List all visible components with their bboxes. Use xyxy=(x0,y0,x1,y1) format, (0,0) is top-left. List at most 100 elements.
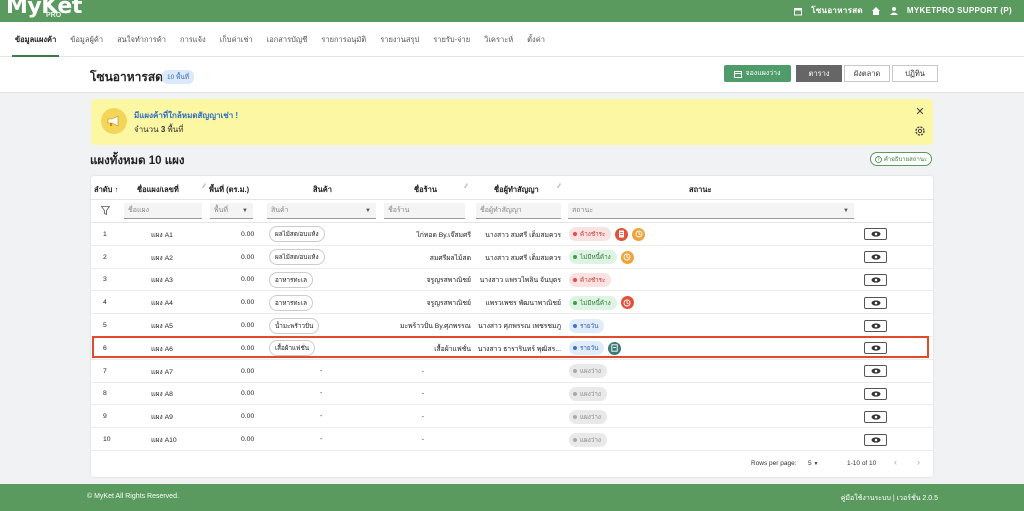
cell-shop: - xyxy=(421,390,424,398)
col-status-header[interactable]: สถานะ xyxy=(689,184,712,196)
alert-title[interactable]: มีแผงค้าที่ใกล้หมดสัญญาเช่า ! xyxy=(134,109,238,122)
table-row[interactable]: 1 แผง A1 0.00 ผลไม้สด/อบแห้ง ไก่ทอด By.เ… xyxy=(91,223,933,246)
view-button[interactable] xyxy=(864,433,887,446)
user-name[interactable]: MYKETPRO SUPPORT (P) xyxy=(907,6,1012,15)
status-badge: แผงว่าง xyxy=(569,364,607,379)
contract-expiring-icon[interactable] xyxy=(620,250,634,264)
eye-icon xyxy=(871,368,880,374)
product-chip: น้ำมะพร้าวปั่น xyxy=(269,317,320,334)
resize-handle[interactable]: ⁄⁄ xyxy=(203,184,205,190)
filter-name-input[interactable]: ชื่อแผง xyxy=(124,203,202,219)
table-row[interactable]: 7 แผง A7 0.00 - - แผงว่าง xyxy=(91,360,933,383)
cell-name: แผง A5 xyxy=(151,323,173,331)
contract-expiring-icon[interactable] xyxy=(632,227,646,241)
nav-account-docs[interactable]: เอกสารบัญชี xyxy=(260,22,315,57)
cell-no: 1 xyxy=(103,230,107,238)
cell-area: 0.00 xyxy=(241,276,255,284)
nav-settings[interactable]: ตั้งค่า xyxy=(520,22,552,57)
nav-income-expense[interactable]: รายรับ-จ่าย xyxy=(426,22,477,57)
nav-merchant-info[interactable]: ข้อมูลผู้ค้า xyxy=(63,22,110,57)
cell-owner xyxy=(476,383,561,406)
cell-name: แผง A4 xyxy=(151,300,173,308)
resize-handle[interactable]: ⁄⁄ xyxy=(558,184,560,190)
chevron-down-icon: ▼ xyxy=(813,461,819,467)
nav-rent-collect[interactable]: เก็บค่าเช่า xyxy=(213,22,260,57)
nav-reports[interactable]: รายงานสรุป xyxy=(373,22,426,57)
view-button[interactable] xyxy=(864,228,887,241)
table-row[interactable]: 5 แผง A5 0.00 น้ำมะพร้าวปั่น มะพร้าวปั่น… xyxy=(91,314,933,337)
cell-owner: นางสาว แพรวไพลิน จันบุตร xyxy=(479,277,561,285)
view-button[interactable] xyxy=(864,296,887,309)
col-no-header[interactable]: ลำดับ ↑ xyxy=(94,184,118,196)
view-button[interactable] xyxy=(864,365,887,378)
booking-icon[interactable] xyxy=(608,341,622,355)
product-chip: อาหารทะเล xyxy=(269,271,313,288)
gear-icon[interactable] xyxy=(913,124,927,138)
eye-icon xyxy=(871,436,880,443)
view-button[interactable] xyxy=(864,410,887,423)
cell-shop: จรูญรสพาณิชย์ xyxy=(426,300,471,308)
manual-version-link[interactable]: คู่มือใช้งานระบบ | เวอร์ชั่น 2.0.5 xyxy=(841,493,938,504)
nav-interested[interactable]: สนใจทำการค้า xyxy=(110,22,173,57)
reserve-stall-button[interactable]: จองแผงว่าง xyxy=(724,65,791,82)
view-button[interactable] xyxy=(864,273,887,286)
eye-icon xyxy=(871,231,880,237)
table-header: ลำดับ ↑ ชื่อแผง/เลขที่ ⁄⁄ พื้นที่ (ตร.ม.… xyxy=(91,176,933,200)
cell-area: 0.00 xyxy=(241,299,255,307)
status-badge: ค้างชำระ xyxy=(569,272,612,287)
section-title: แผงทั้งหมด 10 แผง xyxy=(90,155,185,167)
col-owner-header[interactable]: ชื่อผู้ทำสัญญา xyxy=(494,184,539,196)
next-page-icon[interactable]: › xyxy=(917,457,920,467)
resize-handle[interactable]: ⁄⁄ xyxy=(465,184,467,190)
table-row[interactable]: 8 แผง A8 0.00 - - แผงว่าง xyxy=(91,383,933,406)
cell-owner xyxy=(476,428,561,451)
filter-shop-input[interactable]: ชื่อร้าน xyxy=(384,203,465,219)
filter-owner-input[interactable]: ชื่อผู้ทำสัญญา xyxy=(476,203,561,219)
filter-product-select[interactable]: สินค้า ▼ xyxy=(267,203,376,219)
prev-page-icon[interactable]: ‹ xyxy=(894,457,897,467)
app-logo[interactable]: MyKet xyxy=(6,0,82,19)
alert-sub-suffix: พื้นที่ xyxy=(167,125,184,134)
table-row[interactable]: 3 แผง A3 0.00 อาหารทะเล จรูญรสพาณิชย์ นา… xyxy=(91,269,933,292)
status-badge: รายวัน xyxy=(569,318,605,333)
shop-name[interactable]: โซนอาหารสด xyxy=(811,4,863,17)
view-calendar-tab[interactable]: ปฏิทิน xyxy=(892,65,938,82)
table-row[interactable]: 4 แผง A4 0.00 อาหารทะเล จรูญรสพาณิชย์ แพ… xyxy=(91,291,933,315)
table-row[interactable]: 6 แผง A6 0.00 เสื้อผ้าแฟชั่น เสื้อผ้าแฟช… xyxy=(91,337,933,360)
page-title: โซนอาหารสด xyxy=(90,70,163,84)
status-badge: รายวัน xyxy=(569,341,605,356)
table-row[interactable]: 9 แผง A9 0.00 - - แผงว่าง xyxy=(91,405,933,429)
table-row[interactable]: 10 แผง A10 0.00 - - แผงว่าง xyxy=(91,428,933,451)
view-button[interactable] xyxy=(864,319,887,332)
document-alert-icon[interactable] xyxy=(615,227,629,241)
home-icon[interactable] xyxy=(871,6,881,16)
cell-area: 0.00 xyxy=(241,230,255,238)
col-area-header[interactable]: พื้นที่ (ตร.ม.) xyxy=(209,184,249,196)
close-icon[interactable]: ✕ xyxy=(913,105,927,119)
contract-expired-icon[interactable] xyxy=(620,296,634,310)
cell-no: 10 xyxy=(103,436,111,444)
cell-name: แผง A9 xyxy=(151,414,173,422)
filter-area-select[interactable]: พื้นที่ ▼ xyxy=(210,203,253,219)
col-shop-header[interactable]: ชื่อร้าน xyxy=(414,184,437,196)
view-button[interactable] xyxy=(864,251,887,264)
cell-product: - xyxy=(320,413,323,421)
nav-approvals[interactable]: รายการอนุมัติ xyxy=(314,22,373,57)
nav-notify[interactable]: การแจ้ง xyxy=(173,22,213,57)
rows-per-page-select[interactable]: 5 ▼ xyxy=(808,460,818,467)
filter-status-select[interactable]: สถานะ ▼ xyxy=(568,203,854,219)
cell-product: - xyxy=(320,367,323,375)
view-button[interactable] xyxy=(864,387,887,400)
view-table-tab[interactable]: ตาราง xyxy=(796,65,842,82)
status-help-button[interactable]: ? คำอธิบายสถานะ xyxy=(870,152,932,166)
nav-stall-info[interactable]: ข้อมูลแผงค้า xyxy=(8,22,63,57)
col-name-header[interactable]: ชื่อแผง/เลขที่ xyxy=(137,184,179,196)
alert-subtitle: จำนวน 3 พื้นที่ xyxy=(134,123,184,136)
table-row[interactable]: 2 แผง A2 0.00 ผลไม้สด/อบแห้ง สมศรีผลไม้ส… xyxy=(91,246,933,269)
eye-icon xyxy=(871,345,880,351)
view-button[interactable] xyxy=(864,342,887,355)
col-product-header[interactable]: สินค้า xyxy=(313,184,332,196)
view-map-tab[interactable]: ผังตลาด xyxy=(844,65,890,82)
nav-analytics[interactable]: วิเคราะห์ xyxy=(477,22,520,57)
filter-icon[interactable] xyxy=(101,206,110,215)
